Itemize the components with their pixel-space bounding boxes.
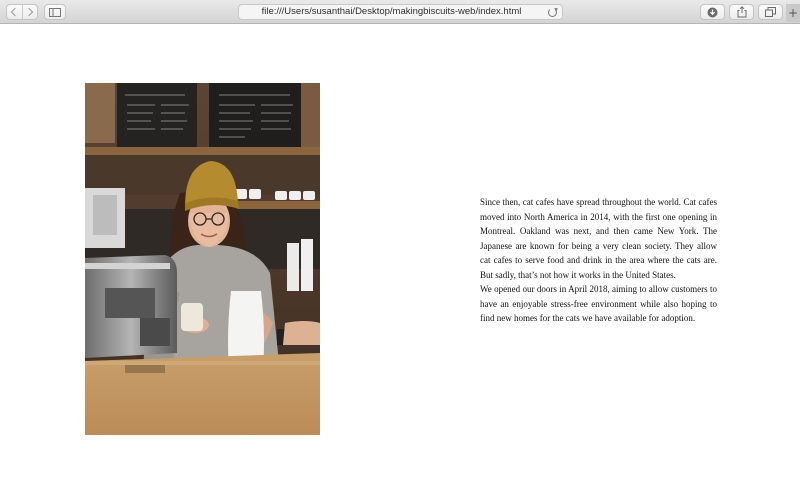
barista-photo [85, 83, 320, 435]
browser-toolbar: file:///Users/susanthai/Desktop/makingbi… [0, 0, 800, 24]
chevron-right-icon [24, 7, 33, 17]
about-text: Since then, cat cafes have spread throug… [480, 195, 717, 326]
barista-photo-illustration [85, 83, 320, 435]
share-button[interactable] [729, 4, 754, 20]
tabs-overview-button[interactable] [758, 4, 783, 20]
download-button[interactable] [700, 4, 725, 20]
paragraph-history: Since then, cat cafes have spread throug… [480, 197, 717, 280]
paragraph-opening: We opened our doors in April 2018, aimin… [480, 284, 717, 323]
back-button[interactable] [7, 5, 23, 19]
new-tab-button[interactable]: + [786, 4, 800, 22]
download-icon [707, 7, 718, 17]
url-text[interactable]: file:///Users/susanthai/Desktop/makingbi… [239, 5, 544, 19]
navigation-buttons [6, 4, 38, 20]
tabs-icon [765, 7, 776, 17]
chevron-left-icon [11, 7, 20, 17]
share-icon [737, 6, 746, 18]
reload-icon[interactable] [548, 8, 557, 17]
address-bar[interactable]: file:///Users/susanthai/Desktop/makingbi… [238, 4, 563, 20]
plus-icon: + [787, 6, 799, 20]
sidebar-button[interactable] [44, 4, 66, 20]
sidebar-icon [49, 7, 61, 17]
forward-button[interactable] [23, 5, 38, 19]
